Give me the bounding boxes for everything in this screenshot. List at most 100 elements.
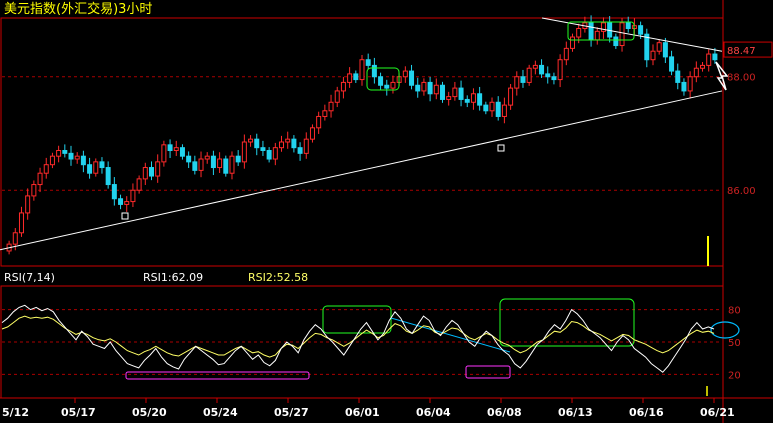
candle-down bbox=[80, 155, 86, 166]
candle-up bbox=[347, 73, 353, 83]
rsi-tick-label: 20 bbox=[728, 370, 741, 381]
time-tick-label: 06/08 bbox=[487, 406, 522, 419]
price-tick-label: 86.00 bbox=[727, 186, 756, 197]
candle-down bbox=[223, 158, 229, 174]
rsi-title: RSI(7,14) bbox=[4, 271, 55, 284]
candle-down bbox=[235, 155, 241, 163]
candle-up bbox=[452, 87, 458, 98]
candle-up bbox=[446, 96, 452, 100]
candle-up bbox=[563, 47, 569, 61]
candle-up bbox=[248, 138, 254, 143]
candle-up bbox=[198, 158, 204, 171]
candle-down bbox=[365, 59, 371, 66]
rsi2-label: RSI2:52.58 bbox=[248, 271, 308, 284]
time-tick-label: 06/01 bbox=[345, 406, 380, 419]
candle-down bbox=[378, 76, 384, 86]
candle-up bbox=[619, 22, 625, 47]
candle-down bbox=[260, 147, 266, 152]
candle-up bbox=[56, 150, 62, 157]
time-tick-label: 06/04 bbox=[416, 406, 451, 419]
candle-up bbox=[514, 76, 520, 89]
candle-up bbox=[328, 101, 334, 112]
candle-down bbox=[625, 22, 631, 30]
price-chart[interactable]: 美元指数(外汇交易)3小时 RSI(7,14) RSI1:62.09 RSI2:… bbox=[0, 0, 773, 423]
candle-up bbox=[155, 161, 161, 177]
time-tick-label: 05/24 bbox=[203, 406, 238, 419]
candle-up bbox=[31, 184, 37, 197]
candle-down bbox=[266, 150, 272, 160]
candle-down bbox=[464, 98, 470, 103]
candle-up bbox=[37, 172, 43, 186]
candle-up bbox=[241, 141, 247, 163]
candle-up bbox=[229, 155, 235, 174]
candle-down bbox=[186, 155, 192, 163]
candle-up bbox=[279, 141, 285, 149]
candle-down bbox=[613, 36, 619, 47]
candle-up bbox=[43, 164, 49, 174]
candle-up bbox=[322, 110, 328, 117]
candle-down bbox=[87, 164, 93, 174]
candle-up bbox=[217, 158, 223, 169]
candle-down bbox=[179, 147, 185, 157]
candle-down bbox=[669, 56, 675, 72]
candle-up bbox=[470, 93, 476, 103]
candle-up bbox=[508, 87, 514, 106]
price-tick-label: 88.00 bbox=[727, 73, 756, 84]
candle-up bbox=[594, 30, 600, 41]
time-tick-label: 05/20 bbox=[132, 406, 167, 419]
candle-down bbox=[371, 64, 377, 78]
candle-up bbox=[74, 155, 80, 160]
time-tick-label: 05/17 bbox=[61, 406, 96, 419]
candle-up bbox=[334, 90, 340, 103]
candle-down bbox=[681, 81, 687, 92]
rsi-tick-label: 80 bbox=[728, 306, 741, 317]
candle-up bbox=[136, 178, 142, 191]
time-tick-label: 06/13 bbox=[558, 406, 593, 419]
candle-down bbox=[148, 167, 154, 177]
candle-down bbox=[68, 152, 74, 160]
candle-up bbox=[706, 53, 712, 66]
candle-up bbox=[49, 155, 55, 166]
candle-up bbox=[402, 70, 408, 78]
candle-down bbox=[477, 93, 483, 106]
candle-down bbox=[297, 147, 303, 154]
candle-down bbox=[539, 64, 545, 75]
candle-up bbox=[272, 147, 278, 160]
candle-up bbox=[687, 76, 693, 92]
candle-up bbox=[390, 81, 396, 89]
time-tick-label: 06/21 bbox=[700, 406, 735, 419]
candle-up bbox=[173, 147, 179, 152]
candle-down bbox=[291, 138, 297, 149]
candle-up bbox=[12, 232, 18, 245]
candle-down bbox=[105, 167, 111, 186]
candle-up bbox=[501, 104, 507, 117]
candle-up bbox=[433, 84, 439, 95]
candle-up bbox=[161, 144, 167, 163]
candle-up bbox=[124, 201, 130, 205]
candle-down bbox=[254, 138, 260, 149]
candle-up bbox=[285, 138, 291, 143]
candle-up bbox=[309, 127, 315, 140]
candle-up bbox=[316, 115, 322, 129]
time-tick-label: 06/16 bbox=[629, 406, 664, 419]
candle-up bbox=[421, 81, 427, 92]
time-tick-label: 5/12 bbox=[2, 406, 29, 419]
candle-up bbox=[700, 64, 706, 69]
candle-up bbox=[142, 167, 148, 180]
candle-down bbox=[495, 101, 501, 117]
candle-down bbox=[192, 161, 198, 171]
candle-down bbox=[62, 150, 68, 154]
candle-down bbox=[353, 73, 359, 81]
candle-down bbox=[111, 184, 117, 200]
candle-down bbox=[167, 144, 173, 152]
rsi-tick-label: 50 bbox=[728, 338, 741, 349]
candle-up bbox=[650, 50, 656, 61]
chart-background bbox=[0, 0, 773, 423]
candle-up bbox=[656, 42, 662, 52]
candle-down bbox=[588, 22, 594, 41]
candle-up bbox=[18, 212, 24, 234]
candle-down bbox=[458, 87, 464, 100]
candle-down bbox=[520, 76, 526, 83]
candle-down bbox=[483, 104, 489, 112]
candle-up bbox=[489, 101, 495, 112]
